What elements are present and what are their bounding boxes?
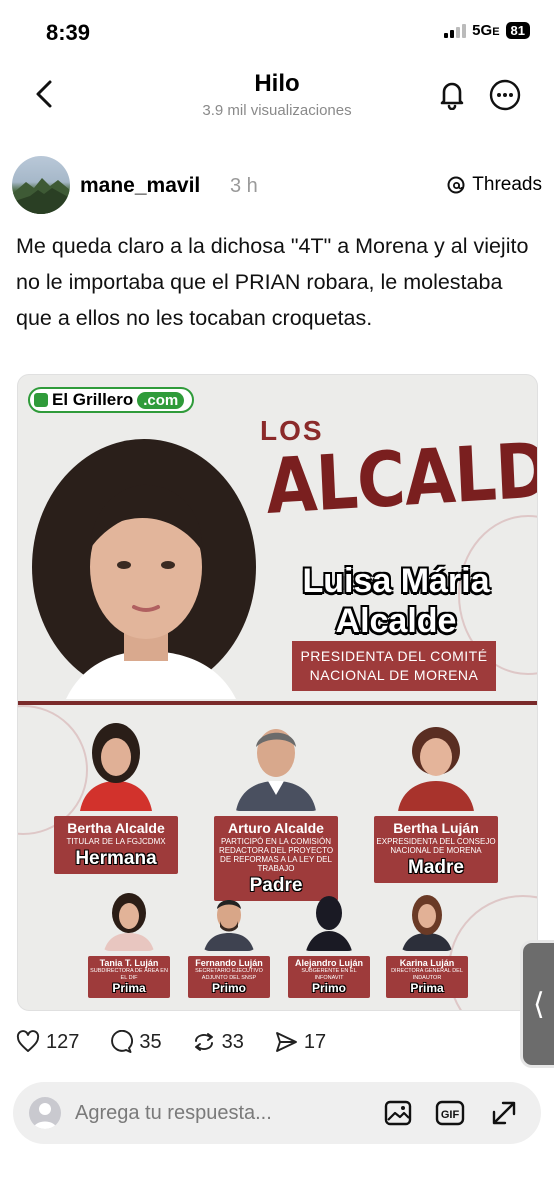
comment-count: 35 <box>139 1030 162 1053</box>
post-actions: 127 35 33 17 <box>16 1030 356 1054</box>
like-count: 127 <box>46 1030 80 1053</box>
post-author-row: mane_mavil 3 h Threads <box>12 156 542 218</box>
share-count: 17 <box>303 1030 327 1053</box>
threads-logo-icon <box>447 176 465 194</box>
repost-icon <box>194 1033 213 1051</box>
repost-count: 33 <box>221 1030 244 1053</box>
relative-card: Bertha Luján EXPRESIDENTA DEL CONSEJO NAC… <box>374 719 498 883</box>
send-icon <box>275 1032 297 1052</box>
battery-icon: 81 <box>505 22 530 39</box>
reply-input[interactable] <box>75 1098 365 1128</box>
relative-silhouette <box>306 896 352 951</box>
post-timestamp: 3 h <box>230 175 258 197</box>
gif-icon[interactable]: GIF <box>435 1098 465 1128</box>
page-title: Hilo <box>254 70 300 97</box>
view-count: 3.9 mil visualizaciones <box>202 102 352 119</box>
post-image[interactable]: El Grillero .com LOS ALCALDE Luisa Mária… <box>17 374 538 1011</box>
divider <box>18 701 537 705</box>
relative-photo <box>236 729 316 811</box>
like-button[interactable]: 127 <box>16 1030 79 1054</box>
main-person-name: Luisa Mária Alcalde <box>302 562 490 640</box>
relative-card: Alejandro Luján SUBGERENTE EN EL INFONAVI… <box>288 891 370 998</box>
post-body: Me queda claro a la dichosa "4T" a Moren… <box>16 234 529 330</box>
relative-card: Fernando Luján SECRETARIO EJECUTIVO ADJUN… <box>188 891 270 998</box>
relative-card: Bertha Alcalde TITULAR DE LA FGJCDMX Herma… <box>54 719 178 874</box>
expand-icon[interactable] <box>489 1098 519 1128</box>
bell-icon[interactable] <box>436 78 468 110</box>
heart-icon <box>16 1030 40 1052</box>
repost-button[interactable]: 33 <box>192 1030 244 1054</box>
status-indicators: 5GE 81 <box>444 22 530 39</box>
comment-button[interactable]: 35 <box>109 1030 162 1054</box>
main-portrait <box>32 439 256 699</box>
relative-card: Arturo Alcalde PARTICIPÓ EN LA COMISIÓN R… <box>214 719 338 901</box>
relative-photo <box>402 895 452 951</box>
comment-icon <box>111 1030 134 1053</box>
thread-header: Hilo 3.9 mil visualizaciones <box>0 66 554 130</box>
site-logo: El Grillero .com <box>28 387 195 413</box>
signal-icon <box>444 23 467 38</box>
svg-text:GIF: GIF <box>441 1109 460 1121</box>
relative-photo <box>204 900 254 951</box>
relative-card: Karina Luján DIRECTORA GENERAL DEL INDAUT… <box>386 891 468 998</box>
avatar[interactable] <box>12 156 70 214</box>
reply-avatar <box>29 1097 61 1129</box>
status-bar: 8:39 5GE 81 <box>0 0 554 66</box>
share-button[interactable]: 17 <box>274 1030 326 1054</box>
threads-link[interactable]: Threads <box>446 174 542 196</box>
cricket-icon <box>34 393 48 407</box>
relative-photo <box>80 723 152 811</box>
threads-label: Threads <box>472 174 542 195</box>
network-label: 5GE <box>472 22 500 39</box>
relative-photo <box>398 727 474 811</box>
author-username[interactable]: mane_mavil <box>80 174 200 198</box>
relative-card: Tania T. Luján SUBDIRECTORA DE ÁREA EN EL… <box>88 891 170 998</box>
side-drawer-handle[interactable]: ⟨ <box>520 940 554 1068</box>
main-person-role: PRESIDENTA DEL COMITÉ NACIONAL DE MORENA <box>292 641 496 691</box>
relative-photo <box>104 893 154 951</box>
reply-composer: GIF <box>13 1082 541 1144</box>
image-upload-icon[interactable] <box>383 1098 413 1128</box>
status-time: 8:39 <box>46 20 91 45</box>
chevron-left-icon: ⟨ <box>533 988 545 1021</box>
heading-alcalde: ALCALDE <box>264 423 538 532</box>
more-options-icon[interactable] <box>488 78 522 112</box>
